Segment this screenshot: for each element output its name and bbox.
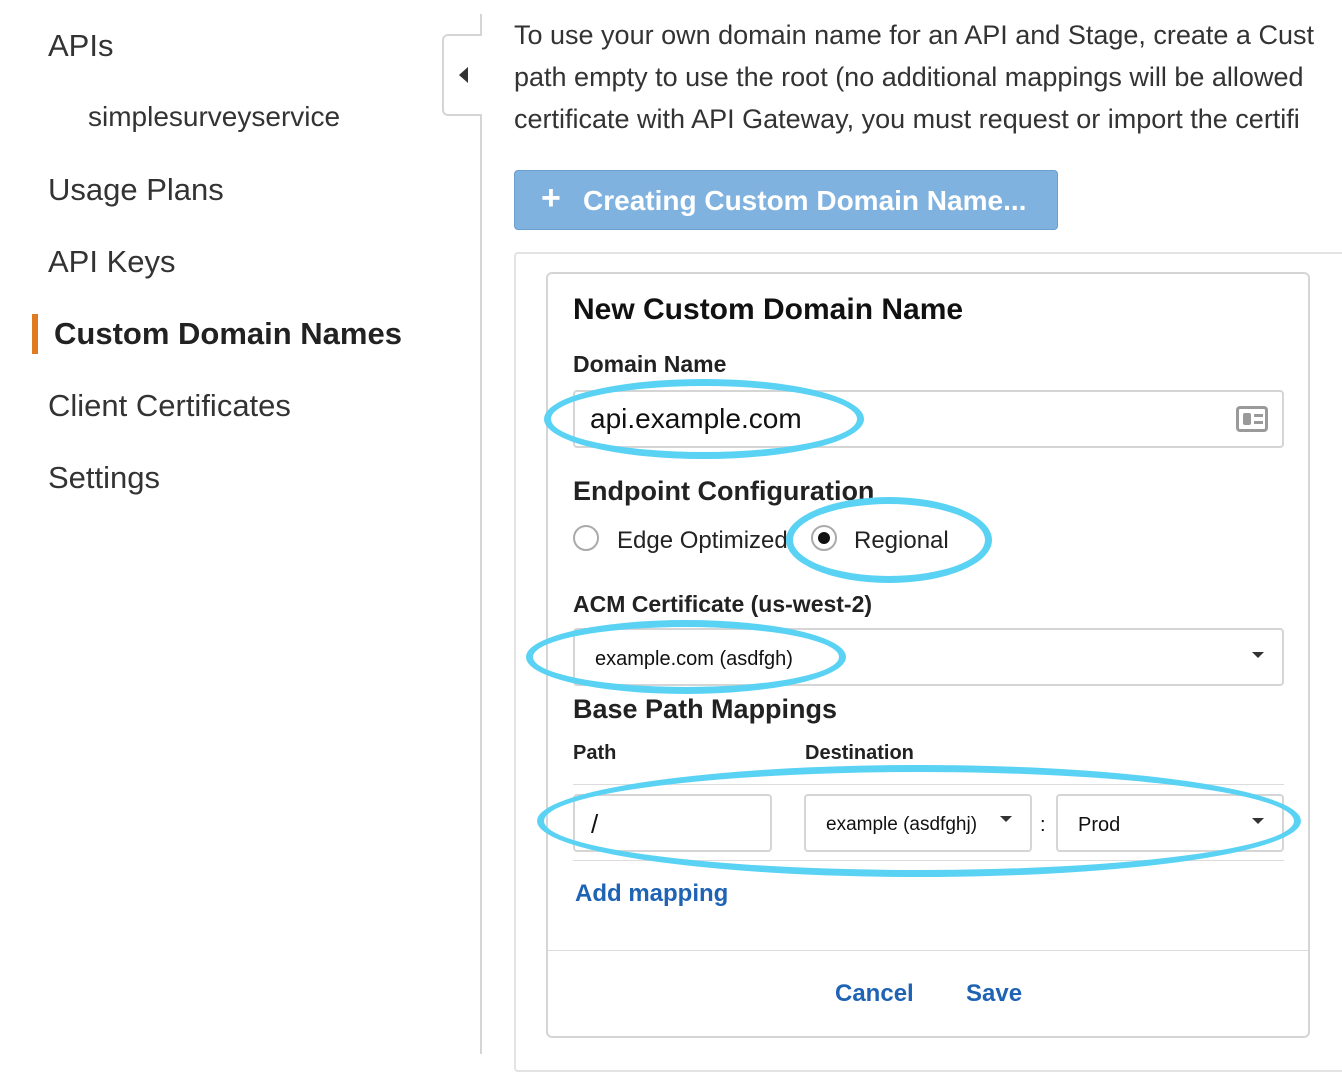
sidebar-item-api-keys[interactable]: API Keys	[48, 244, 176, 280]
highlight-regional	[786, 497, 992, 583]
domain-name-label: Domain Name	[573, 351, 727, 377]
radio-edge-optimized[interactable]	[573, 525, 599, 551]
card-title: New Custom Domain Name	[573, 293, 964, 326]
endpoint-configuration-label: Endpoint Configuration	[573, 476, 875, 506]
footer-divider	[548, 950, 1308, 951]
intro-line: To use your own domain name for an API a…	[514, 20, 1314, 50]
sidebar: APIs simplesurveyservice Usage Plans API…	[0, 0, 480, 1054]
highlight-path-mapping	[537, 765, 1301, 877]
sidebar-item-settings[interactable]: Settings	[48, 460, 160, 496]
sidebar-item-custom-domain-names[interactable]: Custom Domain Names	[54, 316, 402, 352]
path-column-header: Path	[573, 742, 617, 764]
contact-card-icon	[1236, 406, 1268, 432]
chevron-left-icon	[459, 67, 468, 83]
plus-icon: +	[541, 179, 561, 217]
sidebar-item-client-certificates[interactable]: Client Certificates	[48, 388, 291, 424]
highlight-domain-name	[544, 379, 864, 459]
intro-line: certificate with API Gateway, you must r…	[514, 104, 1300, 134]
base-path-mappings-title: Base Path Mappings	[573, 694, 838, 724]
sidebar-divider	[480, 14, 482, 1054]
cancel-button[interactable]: Cancel	[835, 980, 914, 1008]
destination-column-header: Destination	[805, 742, 914, 764]
highlight-acm-certificate	[526, 620, 846, 694]
save-button[interactable]: Save	[966, 980, 1022, 1008]
sidebar-collapse-button[interactable]	[442, 34, 482, 116]
intro-text: To use your own domain name for an API a…	[514, 14, 1342, 140]
chevron-down-icon	[1252, 652, 1264, 658]
add-mapping-link[interactable]: Add mapping	[575, 880, 728, 908]
active-indicator	[32, 314, 38, 354]
sidebar-item-usage-plans[interactable]: Usage Plans	[48, 172, 224, 208]
create-button-label: Creating Custom Domain Name...	[583, 185, 1027, 216]
create-custom-domain-button[interactable]: + Creating Custom Domain Name...	[514, 170, 1058, 230]
edge-optimized-label[interactable]: Edge Optimized	[617, 527, 788, 555]
acm-certificate-label: ACM Certificate (us-west-2)	[573, 591, 873, 617]
sidebar-item-simplesurveyservice[interactable]: simplesurveyservice	[88, 101, 340, 133]
sidebar-item-apis[interactable]: APIs	[48, 28, 113, 64]
intro-line: path empty to use the root (no additiona…	[514, 62, 1304, 92]
